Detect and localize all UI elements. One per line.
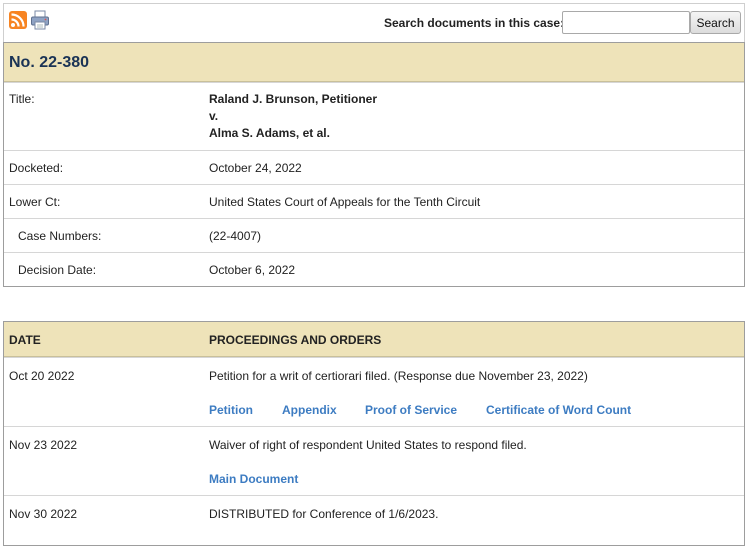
lower-court-row: Lower Ct: United States Court of Appeals… xyxy=(4,184,744,218)
proceedings-table: DATE PROCEEDINGS AND ORDERS Oct 20 2022 … xyxy=(3,321,745,546)
search-label: Search documents in this case: xyxy=(384,16,565,30)
case-title: Raland J. Brunson, Petitioner v. Alma S.… xyxy=(209,91,377,142)
decision-date-label: Decision Date: xyxy=(18,263,97,277)
date-column-header: DATE xyxy=(9,333,41,347)
entry-text: Petition for a writ of certiorari filed.… xyxy=(209,369,588,383)
case-numbers-value: (22-4007) xyxy=(209,229,262,243)
entry-text: DISTRIBUTED for Conference of 1/6/2023. xyxy=(209,507,439,521)
entry-date: Nov 30 2022 xyxy=(9,507,78,521)
entry-date: Nov 23 2022 xyxy=(9,438,78,452)
proceedings-column-header: PROCEEDINGS AND ORDERS xyxy=(209,333,382,347)
docketed-value: October 24, 2022 xyxy=(209,161,302,175)
docketed-label: Docketed: xyxy=(9,161,64,175)
case-header: No. 22-380 xyxy=(4,43,744,82)
case-info-table: No. 22-380 Title: Raland J. Brunson, Pet… xyxy=(3,42,745,287)
docket-entry: Oct 20 2022 Petition for a writ of certi… xyxy=(4,357,744,426)
search-input[interactable] xyxy=(562,11,690,34)
case-numbers-label: Case Numbers: xyxy=(18,229,102,243)
respondent-line: Alma S. Adams, et al. xyxy=(209,126,330,140)
entry-text: Waiver of right of respondent United Sta… xyxy=(209,438,527,452)
docketed-row: Docketed: October 24, 2022 xyxy=(4,150,744,184)
case-toolbar: Search documents in this case: Search xyxy=(3,3,745,42)
decision-date-value: October 6, 2022 xyxy=(209,263,296,277)
decision-date-row: Decision Date: October 6, 2022 xyxy=(4,252,744,286)
lower-court-label: Lower Ct: xyxy=(9,195,61,209)
petitioner-line: Raland J. Brunson, Petitioner xyxy=(209,92,378,106)
printer-icon[interactable] xyxy=(30,10,50,30)
search-button[interactable]: Search xyxy=(690,11,741,34)
entry-date: Oct 20 2022 xyxy=(9,369,75,383)
case-numbers-row: Case Numbers: (22-4007) xyxy=(4,218,744,252)
appendix-link[interactable]: Appendix xyxy=(282,403,337,417)
lower-court-value: United States Court of Appeals for the T… xyxy=(209,195,481,209)
versus-line: v. xyxy=(209,109,219,123)
petition-link[interactable]: Petition xyxy=(209,403,253,417)
proof-of-service-link[interactable]: Proof of Service xyxy=(365,403,457,417)
proceedings-header: DATE PROCEEDINGS AND ORDERS xyxy=(4,322,744,357)
main-document-link[interactable]: Main Document xyxy=(209,472,298,486)
title-row: Title: Raland J. Brunson, Petitioner v. … xyxy=(4,82,744,150)
title-label: Title: xyxy=(9,92,35,106)
rss-feed-icon[interactable] xyxy=(9,11,27,29)
docket-entry: Nov 30 2022 DISTRIBUTED for Conference o… xyxy=(4,495,744,545)
certificate-of-word-count-link[interactable]: Certificate of Word Count xyxy=(486,403,631,417)
case-number: No. 22-380 xyxy=(9,54,90,71)
docket-entry: Nov 23 2022 Waiver of right of responden… xyxy=(4,426,744,495)
